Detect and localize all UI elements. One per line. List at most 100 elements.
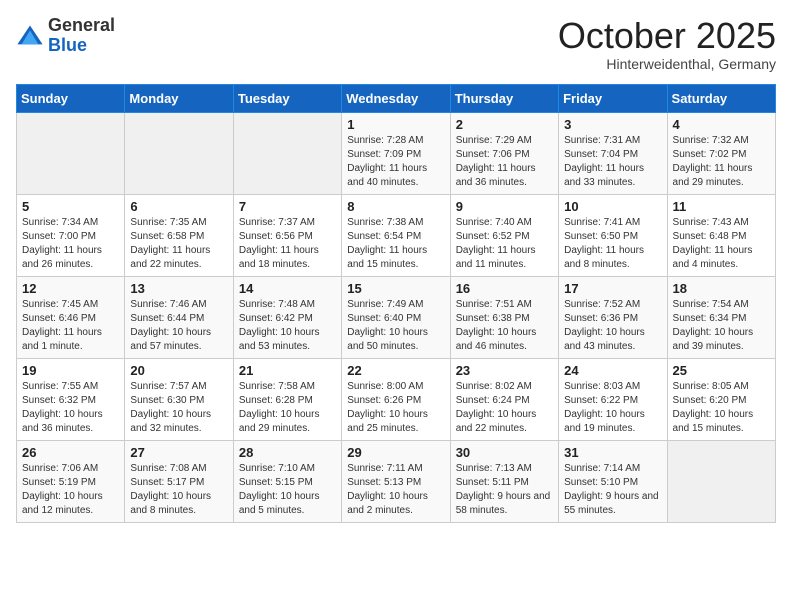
calendar-cell: 7 Sunrise: 7:37 AM Sunset: 6:56 PM Daylig… — [233, 194, 341, 276]
day-number: 1 — [347, 117, 444, 132]
day-number: 25 — [673, 363, 770, 378]
calendar-cell: 30 Sunrise: 7:13 AM Sunset: 5:11 PM Dayli… — [450, 440, 558, 522]
calendar-cell: 19 Sunrise: 7:55 AM Sunset: 6:32 PM Dayli… — [17, 358, 125, 440]
cell-content: Sunrise: 8:00 AM Sunset: 6:26 PM Dayligh… — [347, 380, 444, 436]
cell-content: Sunrise: 7:52 AM Sunset: 6:36 PM Dayligh… — [564, 298, 661, 354]
day-number: 24 — [564, 363, 661, 378]
day-number: 19 — [22, 363, 119, 378]
cell-content: Sunrise: 7:55 AM Sunset: 6:32 PM Dayligh… — [22, 380, 119, 436]
week-row-5: 26 Sunrise: 7:06 AM Sunset: 5:19 PM Dayli… — [17, 440, 776, 522]
calendar-cell: 5 Sunrise: 7:34 AM Sunset: 7:00 PM Daylig… — [17, 194, 125, 276]
day-number: 6 — [130, 199, 227, 214]
calendar-cell: 6 Sunrise: 7:35 AM Sunset: 6:58 PM Daylig… — [125, 194, 233, 276]
logo-text: General Blue — [48, 16, 115, 56]
calendar-cell: 4 Sunrise: 7:32 AM Sunset: 7:02 PM Daylig… — [667, 112, 775, 194]
day-number: 2 — [456, 117, 553, 132]
cell-content: Sunrise: 7:58 AM Sunset: 6:28 PM Dayligh… — [239, 380, 336, 436]
calendar-cell — [17, 112, 125, 194]
calendar-cell: 22 Sunrise: 8:00 AM Sunset: 6:26 PM Dayli… — [342, 358, 450, 440]
cell-content: Sunrise: 7:13 AM Sunset: 5:11 PM Dayligh… — [456, 462, 553, 518]
calendar-cell: 24Sunrise: 8:03 AM Sunset: 6:22 PM Dayli… — [559, 358, 667, 440]
day-number: 27 — [130, 445, 227, 460]
cell-content: Sunrise: 7:37 AM Sunset: 6:56 PM Dayligh… — [239, 216, 336, 272]
cell-content: Sunrise: 7:10 AM Sunset: 5:15 PM Dayligh… — [239, 462, 336, 518]
cell-content: Sunrise: 8:02 AM Sunset: 6:24 PM Dayligh… — [456, 380, 553, 436]
calendar-cell: 12 Sunrise: 7:45 AM Sunset: 6:46 PM Dayli… — [17, 276, 125, 358]
cell-content: Sunrise: 7:54 AM Sunset: 6:34 PM Dayligh… — [673, 298, 770, 354]
calendar-cell: 23 Sunrise: 8:02 AM Sunset: 6:24 PM Dayli… — [450, 358, 558, 440]
calendar-cell: 17Sunrise: 7:52 AM Sunset: 6:36 PM Dayli… — [559, 276, 667, 358]
calendar-cell: 14Sunrise: 7:48 AM Sunset: 6:42 PM Dayli… — [233, 276, 341, 358]
cell-content: Sunrise: 7:46 AM Sunset: 6:44 PM Dayligh… — [130, 298, 227, 354]
day-number: 3 — [564, 117, 661, 132]
cell-content: Sunrise: 7:35 AM Sunset: 6:58 PM Dayligh… — [130, 216, 227, 272]
calendar-cell — [125, 112, 233, 194]
page-header: General Blue October 2025 Hinterweidenth… — [16, 16, 776, 72]
day-number: 5 — [22, 199, 119, 214]
day-number: 29 — [347, 445, 444, 460]
day-number: 10 — [564, 199, 661, 214]
logo: General Blue — [16, 16, 115, 56]
day-header-saturday: Saturday — [667, 84, 775, 112]
day-header-thursday: Thursday — [450, 84, 558, 112]
location-subtitle: Hinterweidenthal, Germany — [558, 56, 776, 72]
cell-content: Sunrise: 7:40 AM Sunset: 6:52 PM Dayligh… — [456, 216, 553, 272]
calendar-cell: 21 Sunrise: 7:58 AM Sunset: 6:28 PM Dayli… — [233, 358, 341, 440]
calendar-cell: 18 Sunrise: 7:54 AM Sunset: 6:34 PM Dayli… — [667, 276, 775, 358]
cell-content: Sunrise: 7:11 AM Sunset: 5:13 PM Dayligh… — [347, 462, 444, 518]
day-number: 12 — [22, 281, 119, 296]
calendar-cell: 11 Sunrise: 7:43 AM Sunset: 6:48 PM Dayli… — [667, 194, 775, 276]
day-number: 18 — [673, 281, 770, 296]
day-number: 21 — [239, 363, 336, 378]
day-number: 23 — [456, 363, 553, 378]
calendar-cell: 16 Sunrise: 7:51 AM Sunset: 6:38 PM Dayli… — [450, 276, 558, 358]
cell-content: Sunrise: 7:28 AM Sunset: 7:09 PM Dayligh… — [347, 134, 444, 190]
day-number: 16 — [456, 281, 553, 296]
calendar-cell — [667, 440, 775, 522]
day-number: 11 — [673, 199, 770, 214]
day-header-wednesday: Wednesday — [342, 84, 450, 112]
cell-content: Sunrise: 7:43 AM Sunset: 6:48 PM Dayligh… — [673, 216, 770, 272]
cell-content: Sunrise: 7:57 AM Sunset: 6:30 PM Dayligh… — [130, 380, 227, 436]
cell-content: Sunrise: 7:41 AM Sunset: 6:50 PM Dayligh… — [564, 216, 661, 272]
week-row-3: 12 Sunrise: 7:45 AM Sunset: 6:46 PM Dayli… — [17, 276, 776, 358]
title-block: October 2025 Hinterweidenthal, Germany — [558, 16, 776, 72]
month-title: October 2025 — [558, 16, 776, 56]
day-number: 22 — [347, 363, 444, 378]
calendar-cell: 26 Sunrise: 7:06 AM Sunset: 5:19 PM Dayli… — [17, 440, 125, 522]
calendar-cell: 13 Sunrise: 7:46 AM Sunset: 6:44 PM Dayli… — [125, 276, 233, 358]
day-header-monday: Monday — [125, 84, 233, 112]
day-number: 8 — [347, 199, 444, 214]
week-row-2: 5 Sunrise: 7:34 AM Sunset: 7:00 PM Daylig… — [17, 194, 776, 276]
day-header-sunday: Sunday — [17, 84, 125, 112]
calendar-cell: 25 Sunrise: 8:05 AM Sunset: 6:20 PM Dayli… — [667, 358, 775, 440]
cell-content: Sunrise: 7:06 AM Sunset: 5:19 PM Dayligh… — [22, 462, 119, 518]
cell-content: Sunrise: 7:51 AM Sunset: 6:38 PM Dayligh… — [456, 298, 553, 354]
calendar-cell: 29 Sunrise: 7:11 AM Sunset: 5:13 PM Dayli… — [342, 440, 450, 522]
cell-content: Sunrise: 7:38 AM Sunset: 6:54 PM Dayligh… — [347, 216, 444, 272]
day-number: 31 — [564, 445, 661, 460]
cell-content: Sunrise: 7:29 AM Sunset: 7:06 PM Dayligh… — [456, 134, 553, 190]
day-number: 26 — [22, 445, 119, 460]
day-number: 13 — [130, 281, 227, 296]
calendar-table: SundayMondayTuesdayWednesdayThursdayFrid… — [16, 84, 776, 523]
logo-icon — [16, 22, 44, 50]
day-number: 7 — [239, 199, 336, 214]
cell-content: Sunrise: 7:34 AM Sunset: 7:00 PM Dayligh… — [22, 216, 119, 272]
day-number: 30 — [456, 445, 553, 460]
logo-general: General — [48, 16, 115, 36]
calendar-header-row: SundayMondayTuesdayWednesdayThursdayFrid… — [17, 84, 776, 112]
day-header-friday: Friday — [559, 84, 667, 112]
calendar-cell: 9Sunrise: 7:40 AM Sunset: 6:52 PM Daylig… — [450, 194, 558, 276]
calendar-cell: 2 Sunrise: 7:29 AM Sunset: 7:06 PM Daylig… — [450, 112, 558, 194]
day-number: 4 — [673, 117, 770, 132]
calendar-cell: 28Sunrise: 7:10 AM Sunset: 5:15 PM Dayli… — [233, 440, 341, 522]
cell-content: Sunrise: 7:32 AM Sunset: 7:02 PM Dayligh… — [673, 134, 770, 190]
calendar-cell: 15Sunrise: 7:49 AM Sunset: 6:40 PM Dayli… — [342, 276, 450, 358]
cell-content: Sunrise: 8:05 AM Sunset: 6:20 PM Dayligh… — [673, 380, 770, 436]
calendar-cell: 20Sunrise: 7:57 AM Sunset: 6:30 PM Dayli… — [125, 358, 233, 440]
calendar-cell — [233, 112, 341, 194]
calendar-cell: 3Sunrise: 7:31 AM Sunset: 7:04 PM Daylig… — [559, 112, 667, 194]
cell-content: Sunrise: 7:45 AM Sunset: 6:46 PM Dayligh… — [22, 298, 119, 354]
week-row-1: 1 Sunrise: 7:28 AM Sunset: 7:09 PM Daylig… — [17, 112, 776, 194]
